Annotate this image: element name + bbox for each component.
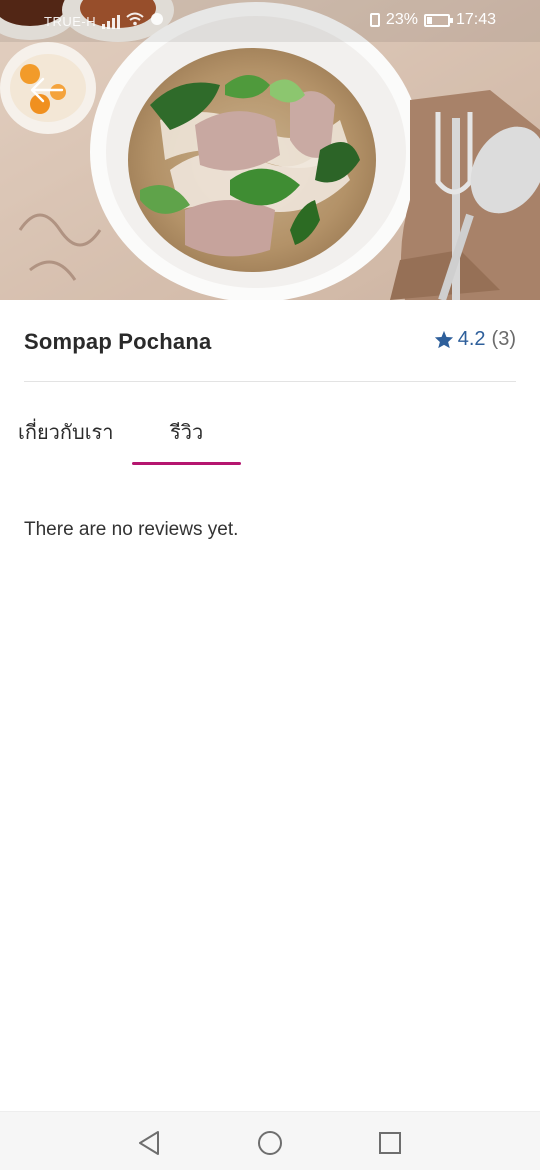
back-button[interactable]: [24, 70, 70, 110]
vibrate-icon: [369, 13, 380, 27]
rating-value: 4.2: [457, 328, 486, 350]
notification-icon: [150, 12, 164, 31]
star-icon: [434, 330, 453, 349]
no-reviews-message: There are no reviews yet.: [24, 519, 239, 540]
tab-about-us[interactable]: เกี่ยวกับเรา: [18, 416, 114, 448]
triangle-back-icon: [139, 1131, 159, 1155]
active-tab-indicator: [132, 462, 241, 465]
system-navigation-bar: [0, 1111, 540, 1170]
status-bar: TRUE-H 23% 17:43: [0, 0, 540, 42]
rating-summary[interactable]: 4.2 (3): [434, 328, 516, 351]
nav-back-button[interactable]: [134, 1128, 164, 1158]
signal-icon: [102, 14, 121, 29]
nav-home-button[interactable]: [255, 1128, 285, 1158]
nav-recents-button[interactable]: [375, 1128, 405, 1158]
arrow-left-icon: [30, 77, 64, 103]
food-photo: [0, 0, 540, 300]
battery-percent: 23%: [385, 11, 418, 28]
restaurant-name: Sompap Pochana: [24, 329, 212, 354]
hero-image: [0, 0, 540, 300]
restaurant-header: Sompap Pochana 4.2 (3): [24, 300, 516, 382]
tab-reviews[interactable]: รีวิว: [170, 416, 203, 448]
status-right: 23% 17:43: [369, 11, 496, 29]
clock-time: 17:43: [455, 11, 496, 28]
tab-bar: เกี่ยวกับเรา รีวิว: [0, 382, 540, 468]
battery-icon: [423, 13, 453, 27]
status-left: TRUE-H: [44, 12, 164, 31]
square-recents-icon: [379, 1132, 401, 1154]
rating-count: (3): [491, 328, 516, 350]
carrier-name: TRUE-H: [44, 14, 97, 29]
circle-home-icon: [258, 1131, 282, 1155]
wifi-icon: [126, 12, 144, 31]
